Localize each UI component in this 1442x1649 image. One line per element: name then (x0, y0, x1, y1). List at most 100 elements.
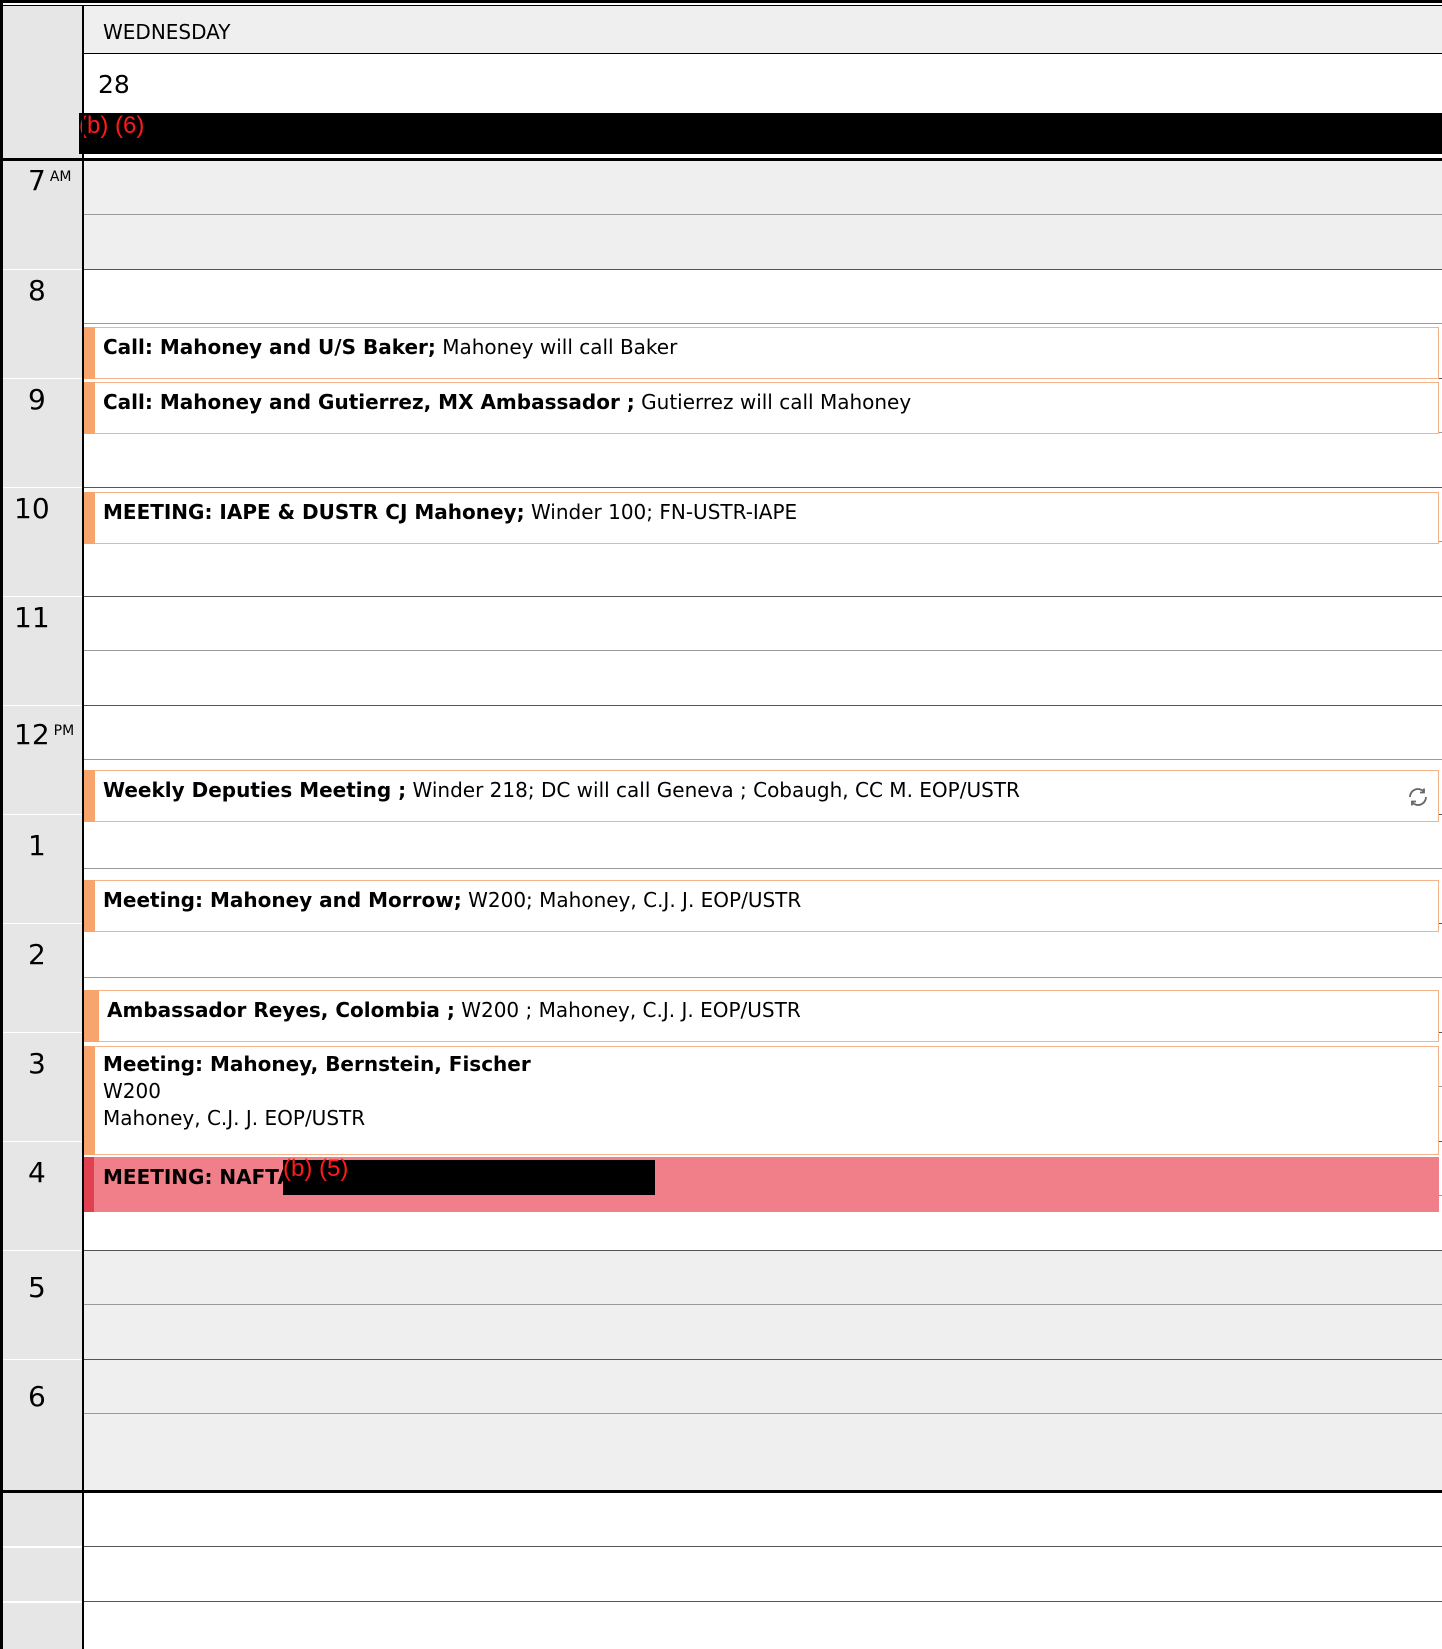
gutter-hour-line (3, 1141, 83, 1142)
event-detail: W200; Mahoney, C.J. J. EOP/USTR (461, 888, 802, 912)
gutter-hour-line (3, 814, 83, 815)
slot-5-30[interactable] (84, 1305, 1442, 1359)
empty-row-3[interactable] (84, 1602, 1442, 1649)
hour-label-2: 2 (28, 940, 88, 970)
hour-number: 11 (14, 601, 50, 634)
event-meeting-morrow[interactable]: Meeting: Mahoney and Morrow; W200; Mahon… (84, 880, 1439, 932)
gutter-hour-line (3, 378, 83, 379)
event-text: MEETING: NAFTA (103, 1164, 293, 1191)
gutter-hour-line (3, 1250, 83, 1251)
slot-11-30[interactable] (84, 651, 1442, 705)
hour-number: 4 (28, 1156, 46, 1189)
event-meeting-nafta[interactable]: MEETING: NAFTA (b) (5) (84, 1155, 1439, 1212)
gutter-hour-line (3, 1032, 83, 1033)
day-name-header[interactable]: WEDNESDAY (84, 6, 1442, 54)
redaction-label: (b) (6) (79, 112, 145, 139)
nafta-redaction: (b) (5) (283, 1155, 655, 1195)
gutter-hour-line (3, 487, 83, 488)
hour-label-10: 10 (14, 494, 74, 524)
event-title: Ambassador Reyes, Colombia ; (107, 998, 455, 1022)
hour-number: 6 (28, 1380, 46, 1413)
hour-number: 10 (14, 492, 50, 525)
slot-6-00[interactable] (84, 1360, 1442, 1414)
event-color-bar (84, 770, 95, 822)
gutter-hour-line (3, 923, 83, 924)
empty-row-1[interactable] (84, 1493, 1442, 1546)
event-organizer: Mahoney, C.J. J. EOP/USTR (103, 1106, 366, 1130)
hour-label-1: 1 (28, 831, 88, 861)
event-meeting-iape[interactable]: MEETING: IAPE & DUSTR CJ Mahoney; Winder… (84, 492, 1439, 544)
event-detail: Winder 100; FN-USTR-IAPE (524, 500, 798, 524)
event-title: Meeting: Mahoney and Morrow; (103, 888, 462, 912)
event-title: Call: Mahoney and Gutierrez, MX Ambassad… (103, 390, 635, 414)
slot-12-00[interactable] (84, 706, 1442, 760)
hour-label-7: 7 AM (28, 166, 88, 196)
hour-number: 7 (28, 164, 46, 197)
all-day-redaction: (b) (6) (79, 112, 1442, 154)
hour-number: 8 (28, 274, 46, 307)
event-text: Ambassador Reyes, Colombia ; W200 ; Maho… (107, 997, 801, 1024)
event-text: MEETING: IAPE & DUSTR CJ Mahoney; Winder… (103, 499, 797, 526)
event-title: Call: Mahoney and U/S Baker; (103, 335, 436, 359)
top-border (0, 0, 1442, 3)
hour-label-12: 12 PM (14, 720, 74, 750)
event-title: Meeting: Mahoney, Bernstein, Fischer (103, 1052, 531, 1076)
gutter-hour-line (3, 1359, 83, 1360)
event-ambassador-reyes[interactable]: Ambassador Reyes, Colombia ; W200 ; Maho… (84, 990, 1439, 1042)
gutter-separator-bottom (82, 1490, 84, 1649)
event-color-bar (84, 990, 99, 1042)
event-text: Meeting: Mahoney and Morrow; W200; Mahon… (103, 887, 801, 914)
event-color-bar (84, 1046, 95, 1155)
hour-number: 5 (28, 1271, 46, 1304)
slot-11-00[interactable] (84, 597, 1442, 651)
hour-label-11: 11 (14, 603, 74, 633)
event-call-baker[interactable]: Call: Mahoney and U/S Baker; Mahoney wil… (84, 327, 1439, 379)
slot-6-30[interactable] (84, 1414, 1442, 1490)
event-color-bar (84, 492, 95, 544)
slot-1-00[interactable] (84, 815, 1442, 869)
event-detail: Mahoney will call Baker (435, 335, 678, 359)
event-color-bar (84, 382, 95, 434)
slot-7-30[interactable] (84, 215, 1442, 269)
gutter-row-line (3, 1546, 83, 1548)
event-text: Call: Mahoney and Gutierrez, MX Ambassad… (103, 389, 911, 416)
gutter-row-line (3, 1601, 83, 1603)
event-text: Weekly Deputies Meeting ; Winder 218; DC… (103, 777, 1020, 804)
slot-5-00[interactable] (84, 1251, 1442, 1305)
day-number[interactable]: 28 (84, 55, 1442, 113)
empty-row-2[interactable] (84, 1547, 1442, 1601)
slot-10-30[interactable] (84, 542, 1442, 596)
redaction-label: (b) (5) (283, 1155, 349, 1182)
hour-number: 12 (14, 718, 50, 751)
gutter-hour-line (3, 596, 83, 597)
hour-number: 2 (28, 938, 46, 971)
event-color-bar (84, 880, 95, 932)
gutter-hour-line (3, 269, 83, 270)
slot-8-00[interactable] (84, 270, 1442, 324)
hour-number: 9 (28, 383, 46, 416)
event-meeting-bernstein-fischer[interactable]: Meeting: Mahoney, Bernstein, Fischer W20… (84, 1046, 1439, 1155)
am-pm-marker: AM (49, 169, 72, 185)
event-detail: Winder 218; DC will call Geneva ; Cobaug… (406, 778, 1020, 802)
event-weekly-deputies[interactable]: Weekly Deputies Meeting ; Winder 218; DC… (84, 770, 1439, 822)
sync-icon (1409, 788, 1427, 806)
event-detail: Gutierrez will call Mahoney (634, 390, 912, 414)
event-text: Call: Mahoney and U/S Baker; Mahoney wil… (103, 334, 677, 361)
hour-label-9: 9 (28, 385, 88, 415)
hour-label-8: 8 (28, 276, 88, 306)
hour-label-5: 5 (28, 1273, 88, 1303)
event-color-bar (84, 1157, 94, 1212)
event-title: MEETING: IAPE & DUSTR CJ Mahoney; (103, 500, 525, 524)
slot-9-30[interactable] (84, 433, 1442, 487)
slot-2-00[interactable] (84, 924, 1442, 978)
hour-number: 3 (28, 1047, 46, 1080)
hour-label-3: 3 (28, 1049, 88, 1079)
event-color-bar (84, 327, 95, 379)
event-title: Weekly Deputies Meeting ; (103, 778, 407, 802)
event-call-gutierrez[interactable]: Call: Mahoney and Gutierrez, MX Ambassad… (84, 382, 1439, 434)
am-pm-marker: PM (53, 723, 75, 739)
hour-number: 1 (28, 829, 46, 862)
event-detail: W200 ; Mahoney, C.J. J. EOP/USTR (454, 998, 801, 1022)
slot-7-00[interactable] (84, 161, 1442, 215)
hour-label-6: 6 (28, 1382, 88, 1412)
